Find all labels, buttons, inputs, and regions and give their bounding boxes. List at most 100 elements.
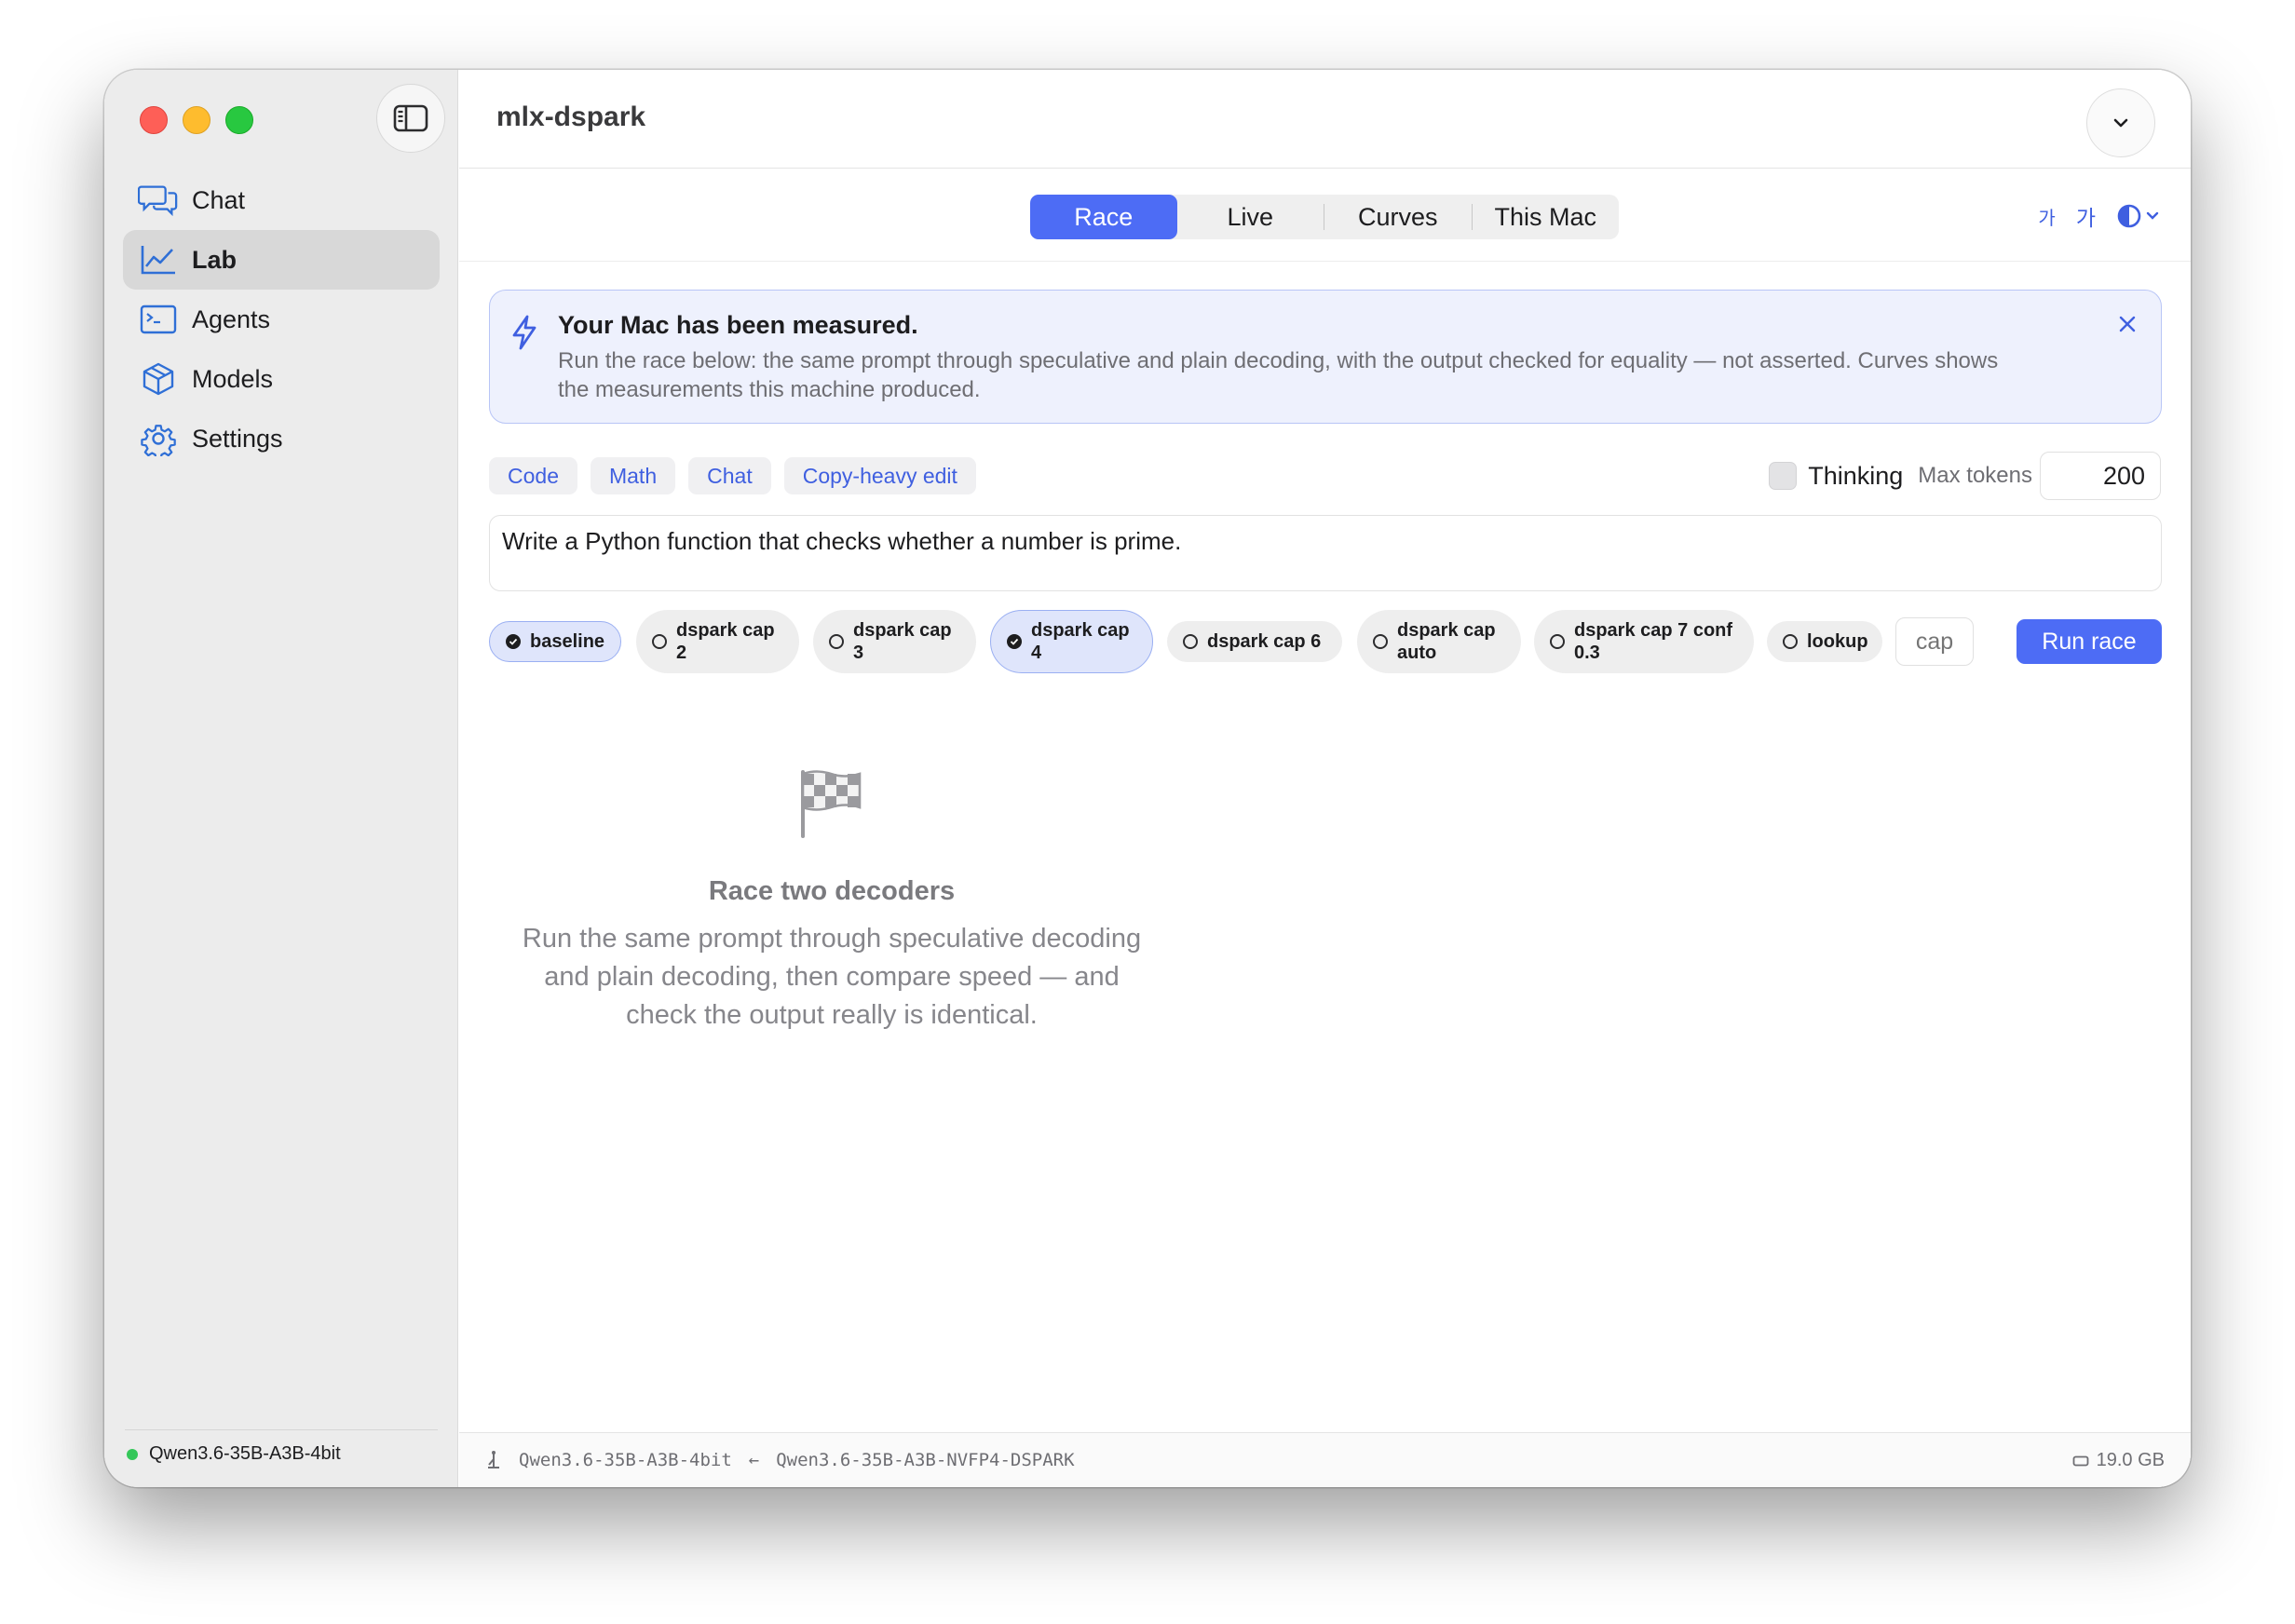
- zoom-window-button[interactable]: [225, 106, 253, 134]
- close-window-button[interactable]: [140, 106, 168, 134]
- variant-chip-lookup[interactable]: lookup: [1767, 621, 1882, 662]
- sidebar-item-label: Lab: [192, 245, 238, 274]
- generation-options: Thinking Max tokens: [1769, 452, 2161, 500]
- variant-chip-dspark-cap-3[interactable]: dspark cap 3: [813, 610, 976, 673]
- banner-close-button[interactable]: [2112, 309, 2142, 339]
- variant-chip-dspark-cap-6[interactable]: dspark cap 6: [1167, 621, 1342, 662]
- draft-model-name: Qwen3.6-35B-A3B-NVFP4-DSPARK: [776, 1450, 1075, 1470]
- variant-label: dspark cap: [1031, 620, 1130, 641]
- radio-icon: [829, 634, 844, 649]
- memory-value: 19.0 GB: [2096, 1450, 2165, 1470]
- tab-this-mac[interactable]: This Mac: [1473, 195, 1620, 239]
- variant-sublabel: auto: [1397, 643, 1437, 663]
- variant-chip-dspark-cap-2[interactable]: dspark cap 2: [636, 610, 799, 673]
- prompt-presets: Code Math Chat Copy-heavy edit: [489, 457, 976, 494]
- preset-copy-heavy-edit[interactable]: Copy-heavy edit: [783, 457, 976, 494]
- variant-sublabel: 2: [676, 643, 687, 663]
- measured-banner: Your Mac has been measured. Run the race…: [489, 290, 2162, 424]
- variant-chip-baseline[interactable]: baseline: [489, 621, 621, 662]
- appearance-menu-button[interactable]: [2116, 203, 2159, 229]
- radio-icon: [1783, 634, 1798, 649]
- contrast-icon: [2117, 204, 2141, 228]
- thinking-label: Thinking: [1808, 461, 1904, 490]
- sidebar-item-agents[interactable]: Agents: [123, 290, 440, 349]
- target-model-icon: [488, 1451, 499, 1468]
- sidebar-item-chat[interactable]: Chat: [123, 170, 440, 230]
- variant-sublabel: 0.3: [1574, 643, 1600, 663]
- status-dot: [127, 1448, 138, 1460]
- banner-body: Run the race below: the same prompt thro…: [558, 348, 1999, 402]
- variant-label: baseline: [530, 631, 605, 652]
- variant-chip-dspark-cap-4[interactable]: dspark cap 4: [990, 610, 1153, 673]
- sidebar-item-label: Agents: [192, 304, 271, 333]
- variant-label: lookup: [1807, 631, 1868, 652]
- sidebar-item-label: Settings: [192, 424, 283, 453]
- increase-font-button[interactable]: 가: [2076, 200, 2096, 232]
- banner-title: Your Mac has been measured.: [558, 311, 918, 339]
- memory-icon: [2072, 1455, 2089, 1466]
- empty-state-body: Run the same prompt through speculative …: [522, 924, 1142, 1030]
- app-title: mlx-dspark: [496, 102, 646, 132]
- variant-label: dspark cap: [1397, 620, 1496, 641]
- chat-bubbles-icon: [138, 182, 179, 219]
- sidebar-item-lab[interactable]: Lab: [123, 230, 440, 290]
- sidebar: Chat Lab Agents Models Settings Qwen3.6-…: [104, 70, 458, 1487]
- preset-chat[interactable]: Chat: [688, 457, 771, 494]
- title-menu-button[interactable]: [2086, 88, 2155, 157]
- variant-sublabel: 3: [853, 643, 864, 663]
- tab-race[interactable]: Race: [1030, 195, 1177, 239]
- radio-icon: [1550, 634, 1565, 649]
- variant-label: dspark cap: [853, 620, 952, 641]
- status-bar: Qwen3.6-35B-A3B-4bit ← Qwen3.6-35B-A3B-N…: [459, 1432, 2191, 1487]
- prompt-input[interactable]: Write a Python function that checks whet…: [489, 515, 2162, 591]
- max-tokens-label: Max tokens: [1918, 463, 2032, 488]
- active-model-indicator[interactable]: Qwen3.6-35B-A3B-4bit: [125, 1429, 438, 1465]
- window-controls: [140, 106, 253, 134]
- sidebar-item-settings[interactable]: Settings: [123, 409, 440, 468]
- cube-icon: [138, 360, 179, 398]
- variant-chip-dspark-cap-7-conf[interactable]: dspark cap 7 conf 0.3: [1534, 610, 1754, 673]
- toolbar: Race Live Curves This Mac 가 가: [459, 169, 2191, 262]
- minimize-window-button[interactable]: [183, 106, 210, 134]
- gear-icon: [138, 420, 179, 457]
- thinking-checkbox[interactable]: [1769, 462, 1798, 490]
- chevron-down-icon: [2113, 118, 2128, 128]
- sidebar-item-label: Chat: [192, 185, 246, 214]
- bolt-icon: [512, 315, 536, 350]
- close-icon: [2119, 316, 2136, 332]
- variant-label: dspark cap: [676, 620, 775, 641]
- checkmark-icon: [506, 634, 521, 649]
- run-race-button[interactable]: Run race: [2017, 619, 2162, 664]
- decrease-font-button[interactable]: 가: [2038, 203, 2055, 230]
- variant-label: dspark cap 6: [1207, 631, 1322, 652]
- max-tokens-input[interactable]: [2040, 452, 2161, 500]
- terminal-icon: [138, 301, 179, 338]
- tab-live[interactable]: Live: [1177, 195, 1324, 239]
- variant-chip-dspark-cap-auto[interactable]: dspark cap auto: [1357, 610, 1521, 673]
- sidebar-toggle-button[interactable]: [376, 84, 445, 153]
- preset-code[interactable]: Code: [489, 457, 577, 494]
- arrow-left-icon: ←: [748, 1450, 760, 1470]
- chart-line-icon: [138, 241, 179, 278]
- main-content: mlx-dspark Race Live Curves This Mac 가 가: [459, 70, 2191, 1487]
- title-bar: mlx-dspark: [459, 70, 2191, 169]
- radio-icon: [652, 634, 667, 649]
- app-window: Chat Lab Agents Models Settings Qwen3.6-…: [104, 70, 2191, 1487]
- model-pair: Qwen3.6-35B-A3B-4bit ← Qwen3.6-35B-A3B-N…: [485, 1450, 1075, 1470]
- radio-icon: [1373, 634, 1388, 649]
- variant-label: dspark cap 7 conf: [1574, 620, 1733, 641]
- sidebar-item-label: Models: [192, 364, 274, 393]
- cap-input[interactable]: [1895, 617, 1974, 666]
- active-model-label: Qwen3.6-35B-A3B-4bit: [149, 1443, 341, 1464]
- variant-chips: baseline dspark cap 2 dspark cap 3 dspark …: [489, 610, 2162, 673]
- radio-icon: [1183, 634, 1198, 649]
- target-model-name: Qwen3.6-35B-A3B-4bit: [519, 1450, 732, 1470]
- mode-tabs: Race Live Curves This Mac: [1030, 195, 1619, 239]
- memory-indicator: 19.0 GB: [2072, 1450, 2165, 1471]
- sidebar-icon: [393, 104, 428, 132]
- preset-math[interactable]: Math: [590, 457, 676, 494]
- sidebar-item-models[interactable]: Models: [123, 349, 440, 409]
- chevron-down-icon: [2146, 211, 2159, 220]
- tab-curves[interactable]: Curves: [1324, 195, 1472, 239]
- checkmark-icon: [1007, 634, 1022, 649]
